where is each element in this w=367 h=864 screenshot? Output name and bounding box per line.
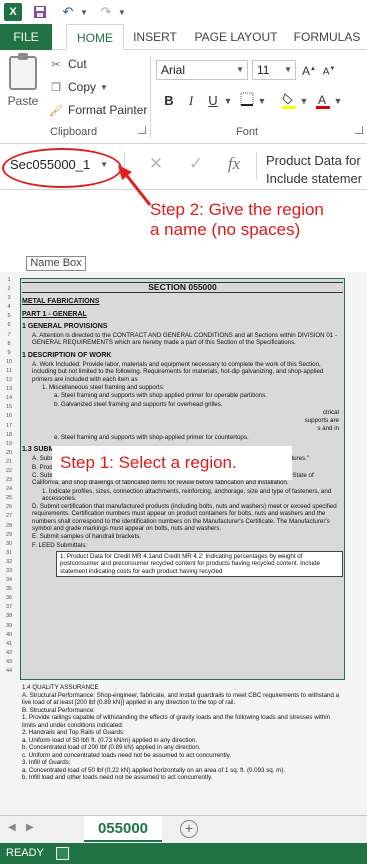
row-header[interactable]: 39 bbox=[0, 622, 18, 631]
row-header[interactable]: 38 bbox=[0, 612, 18, 621]
paragraph: F. LEED Submittals: bbox=[32, 541, 88, 549]
row-header[interactable]: 11 bbox=[0, 367, 18, 376]
part-heading: PART 1 - GENERAL bbox=[22, 310, 87, 318]
paragraph: E. Submit samples of handrail brackets. bbox=[32, 533, 142, 541]
text-fragment: s and in bbox=[317, 425, 339, 433]
text-fragment: ctrical bbox=[322, 408, 339, 416]
list-item: a. Concentrated load of 50 lbf (0.22 kN)… bbox=[22, 766, 286, 774]
list-item: b. Infill load and other loads need not … bbox=[22, 774, 213, 781]
row-header[interactable]: 36 bbox=[0, 594, 18, 603]
step2-line-2: a name (no spaces) bbox=[150, 220, 301, 239]
row-header[interactable]: 16 bbox=[0, 412, 18, 421]
sheet-tab-bar: ◀ ▶ 055000 + bbox=[0, 815, 367, 843]
row-header[interactable]: 1 bbox=[0, 276, 18, 285]
row-header[interactable]: 33 bbox=[0, 567, 18, 576]
status-text: READY bbox=[6, 847, 44, 859]
row-header[interactable]: 18 bbox=[0, 431, 18, 440]
row-header[interactable]: 12 bbox=[0, 376, 18, 385]
paragraph: A. Structural Performance: Shop-engineer… bbox=[22, 691, 340, 707]
row-header[interactable]: 14 bbox=[0, 394, 18, 403]
row-header[interactable]: 32 bbox=[0, 558, 18, 567]
row-header[interactable]: 17 bbox=[0, 422, 18, 431]
worksheet[interactable]: 1 2 3 4 5 6 7 8 9 10 11 12 13 14 15 16 1… bbox=[0, 272, 367, 815]
row-header[interactable]: 4 bbox=[0, 303, 18, 312]
row-header[interactable]: 23 bbox=[0, 476, 18, 485]
row-header[interactable]: 41 bbox=[0, 640, 18, 649]
row-header[interactable]: 25 bbox=[0, 494, 18, 503]
paragraph: A. Work Included: Provide labor, materia… bbox=[32, 361, 324, 383]
row-header[interactable]: 22 bbox=[0, 467, 18, 476]
row-header[interactable]: 40 bbox=[0, 631, 18, 640]
list-item: 2. Handrails and Top Rails of Guards: bbox=[22, 729, 125, 736]
list-item: 1. Provide railings capable of withstand… bbox=[22, 714, 331, 729]
document-title: METAL FABRICATIONS bbox=[22, 298, 100, 306]
row-header[interactable]: 3 bbox=[0, 294, 18, 303]
prev-sheet-icon[interactable]: ◀ bbox=[8, 822, 16, 833]
row-header[interactable]: 35 bbox=[0, 585, 18, 594]
list-item: 1. Indicate profiles, sizes, connection … bbox=[42, 487, 332, 502]
row-header[interactable]: 5 bbox=[0, 312, 18, 321]
general-provisions-heading: 1 GENERAL PROVISIONS bbox=[22, 322, 108, 330]
row-header[interactable]: 8 bbox=[0, 340, 18, 349]
list-item: c. Uniform and concentrated loads need n… bbox=[22, 751, 232, 759]
row-header[interactable]: 27 bbox=[0, 512, 18, 521]
row-header[interactable]: 24 bbox=[0, 485, 18, 494]
row-header[interactable]: 30 bbox=[0, 540, 18, 549]
sheet-tab-055000[interactable]: 055000 bbox=[84, 816, 162, 842]
paragraph: B. Structural Performance: bbox=[22, 706, 95, 714]
document-body-continued: 1.4 QUALITY ASSURANCE A. Structural Perf… bbox=[22, 684, 343, 782]
row-header[interactable]: 44 bbox=[0, 667, 18, 676]
section-heading: SECTION 055000 bbox=[22, 282, 343, 294]
list-item: b. Concentrated load of 200 lbf (0.89 kN… bbox=[22, 744, 201, 751]
list-item: 3. Infill of Guards: bbox=[22, 759, 71, 766]
row-header[interactable]: 13 bbox=[0, 385, 18, 394]
quality-assurance-heading: 1.4 QUALITY ASSURANCE bbox=[22, 684, 99, 691]
row-header[interactable]: 34 bbox=[0, 576, 18, 585]
row-header[interactable]: 9 bbox=[0, 349, 18, 358]
paragraph: D. Submit certification that manufacture… bbox=[32, 503, 337, 533]
row-header[interactable]: 21 bbox=[0, 458, 18, 467]
add-sheet-icon[interactable]: + bbox=[180, 820, 198, 838]
list-item: a. Steel framing and supports with shop … bbox=[54, 392, 267, 400]
paragraph: A. Attention is directed to the CONTRACT… bbox=[32, 332, 338, 347]
list-item: a. Uniform load of 50 lbf/ ft. (0.73 kN/… bbox=[22, 736, 198, 744]
document-body: SECTION 055000 METAL FABRICATIONS PART 1… bbox=[22, 282, 343, 579]
row-header[interactable]: 29 bbox=[0, 531, 18, 540]
active-cell-text[interactable]: 1. Product Data for Credit MR 4.1and Cre… bbox=[56, 550, 343, 577]
macro-record-icon[interactable] bbox=[56, 847, 69, 860]
list-item: b. Galvanized steel framing and supports… bbox=[54, 400, 223, 408]
row-header[interactable]: 19 bbox=[0, 440, 18, 449]
row-header[interactable]: 7 bbox=[0, 331, 18, 340]
description-of-work-heading: 1 DESCRIPTION OF WORK bbox=[22, 351, 112, 359]
row-header[interactable]: 42 bbox=[0, 649, 18, 658]
row-header[interactable]: 10 bbox=[0, 358, 18, 367]
row-header[interactable]: 20 bbox=[0, 449, 18, 458]
row-header[interactable]: 43 bbox=[0, 658, 18, 667]
list-item: 1. Miscellaneous steel framing and suppo… bbox=[42, 383, 165, 391]
step1-callout: Step 1: Select a region. bbox=[52, 446, 292, 480]
row-headers: 1 2 3 4 5 6 7 8 9 10 11 12 13 14 15 16 1… bbox=[0, 276, 18, 676]
list-item: e. Steel framing and supports with shop-… bbox=[54, 433, 249, 441]
name-box-tooltip: Name Box bbox=[26, 256, 86, 271]
step2-callout: Step 2: Give the region a name (no space… bbox=[150, 200, 350, 240]
row-header[interactable]: 15 bbox=[0, 403, 18, 412]
row-header[interactable]: 6 bbox=[0, 321, 18, 330]
text-fragment: supports are bbox=[304, 417, 339, 425]
next-sheet-icon[interactable]: ▶ bbox=[26, 822, 34, 833]
row-header[interactable]: 26 bbox=[0, 503, 18, 512]
status-bar: READY bbox=[0, 843, 367, 864]
step2-line-1: Step 2: Give the region bbox=[150, 200, 324, 219]
row-header[interactable]: 31 bbox=[0, 549, 18, 558]
row-header[interactable]: 2 bbox=[0, 285, 18, 294]
row-header[interactable]: 28 bbox=[0, 522, 18, 531]
row-header[interactable]: 37 bbox=[0, 603, 18, 612]
